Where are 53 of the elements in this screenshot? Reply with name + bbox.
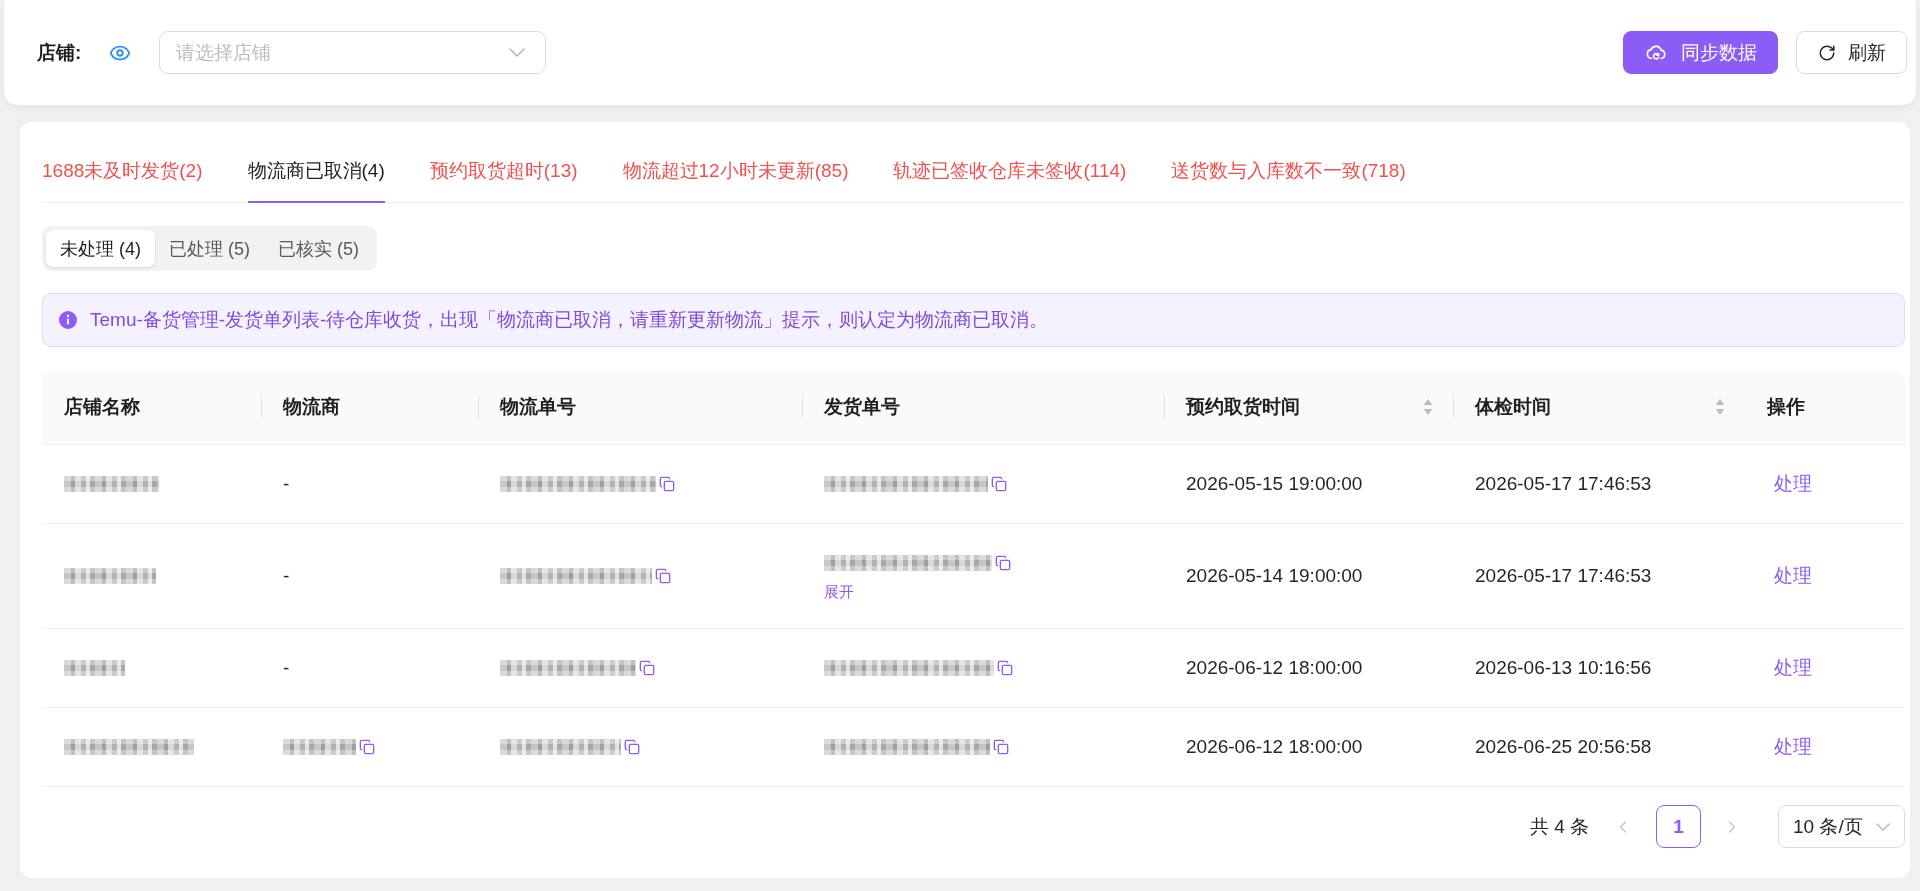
copy-icon[interactable]	[991, 476, 1007, 492]
table-cell-text: -	[282, 656, 291, 680]
store-label: 店铺:	[37, 40, 82, 65]
chevron-down-icon	[509, 48, 526, 57]
expand-link[interactable]: 展开	[824, 581, 854, 603]
copy-icon[interactable]	[359, 739, 375, 755]
tab[interactable]: 轨迹已签收仓库未签收(114)	[893, 150, 1127, 203]
sync-button[interactable]: 同步数据	[1623, 31, 1778, 74]
table-cell-text: 2026-05-17 17:46:53	[1474, 564, 1653, 588]
table-cell-text: 2026-06-13 10:16:56	[1474, 656, 1653, 680]
chevron-down-icon	[1876, 822, 1890, 831]
column-header: 预约取货时间	[1186, 395, 1300, 419]
table-cell-text: 2026-06-25 20:56:58	[1474, 735, 1653, 759]
pagination-total: 共 4 条	[1529, 814, 1589, 839]
column-header: 物流商	[283, 395, 340, 419]
table-cell-text: 2026-06-12 18:00:00	[1185, 656, 1364, 680]
table-cell-text: 2026-06-12 18:00:00	[1185, 735, 1364, 759]
status-tab[interactable]: 已处理 (5)	[155, 230, 264, 267]
copy-icon[interactable]	[624, 739, 640, 755]
copy-icon[interactable]	[659, 476, 675, 492]
tab[interactable]: 1688未及时发货(2)	[42, 150, 203, 203]
table-cell-text: 2026-05-15 19:00:00	[1185, 472, 1364, 496]
table-cell-text: -	[282, 472, 291, 496]
copy-icon[interactable]	[655, 568, 671, 584]
column-header: 店铺名称	[64, 395, 140, 419]
status-tab[interactable]: 未处理 (4)	[46, 230, 155, 267]
process-link[interactable]: 处理	[1767, 654, 1819, 682]
table-cell-text: -	[282, 564, 291, 588]
tab[interactable]: 物流超过12小时未更新(85)	[622, 150, 849, 203]
tab[interactable]: 送货数与入库数不一致(718)	[1171, 150, 1406, 203]
page-button[interactable]: 1	[1656, 805, 1701, 848]
process-link[interactable]: 处理	[1767, 562, 1819, 590]
info-icon	[59, 311, 77, 329]
page-size-select[interactable]: 10 条/页	[1778, 805, 1905, 848]
notice-text: Temu-备货管理-发货单列表-待仓库收货，出现「物流商已取消，请重新更新物流」提示，则认定为物流商已取消。	[90, 308, 1049, 332]
column-header: 发货单号	[824, 395, 900, 419]
process-link[interactable]: 处理	[1767, 733, 1819, 761]
table-cell-text: 2026-05-14 19:00:00	[1185, 564, 1364, 588]
column-header: 操作	[1767, 395, 1805, 419]
copy-icon[interactable]	[995, 555, 1011, 571]
tab[interactable]: 物流商已取消(4)	[247, 150, 385, 203]
tab[interactable]: 预约取货超时(13)	[429, 150, 578, 203]
refresh-button[interactable]: 刷新	[1796, 31, 1907, 74]
refresh-icon	[1818, 43, 1836, 62]
process-link[interactable]: 处理	[1767, 470, 1819, 498]
column-header: 物流单号	[500, 395, 576, 419]
status-tab[interactable]: 已核实 (5)	[264, 230, 373, 267]
cloud-icon	[1646, 44, 1666, 61]
table-cell-text: 2026-05-17 17:46:53	[1474, 472, 1653, 496]
copy-icon[interactable]	[639, 660, 655, 676]
column-header: 体检时间	[1475, 395, 1551, 419]
copy-icon[interactable]	[997, 660, 1013, 676]
copy-icon[interactable]	[993, 739, 1009, 755]
